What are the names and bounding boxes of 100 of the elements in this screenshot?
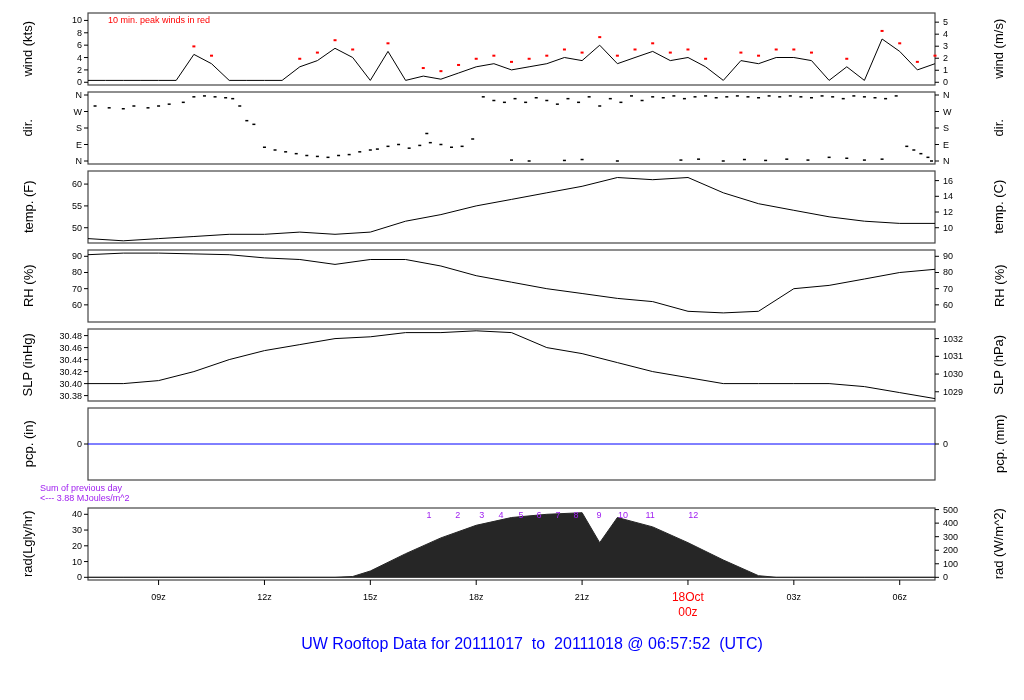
axis-tick-label: 2	[77, 64, 82, 75]
axis-tick-label: 2	[943, 53, 948, 64]
axis-label: temp. (F)	[19, 180, 37, 234]
data-point	[474, 57, 478, 60]
data-point	[210, 54, 213, 57]
axis-tick-label: 06z	[892, 592, 907, 602]
axis-tick-label: N	[75, 90, 82, 100]
axis-tick-label: 70	[943, 283, 953, 294]
axis-tick-label: 0	[943, 572, 948, 583]
axis-tick-label: S	[943, 123, 949, 133]
summary-note: <--- 3.88 MJoules/m^2	[40, 493, 130, 503]
axis-tick-label: 0	[77, 439, 82, 449]
data-point	[915, 60, 919, 63]
data-point	[562, 48, 566, 51]
axis-tick-label: 3	[943, 41, 948, 52]
data-point	[580, 51, 584, 54]
hour-marker: 8	[573, 510, 579, 520]
hour-marker: 11	[645, 510, 655, 520]
axis-tick-label: 0	[77, 572, 82, 583]
hour-marker: 6	[536, 510, 542, 520]
axis-tick-label: 30.38	[59, 390, 82, 401]
data-point	[668, 51, 672, 54]
axis-tick-label: 1031	[943, 351, 964, 362]
hour-marker: 5	[518, 510, 524, 520]
data-point	[192, 45, 196, 48]
data-point	[421, 67, 425, 70]
data-point	[898, 42, 902, 45]
data-point	[333, 39, 337, 42]
data-point	[845, 57, 849, 60]
axis-tick-label: 15z	[363, 592, 378, 602]
data-point	[739, 51, 743, 54]
axis-tick-label: 80	[943, 267, 953, 278]
axis-tick-label: S	[76, 123, 82, 133]
data-point	[792, 48, 796, 51]
axis-tick-label: 10	[72, 15, 82, 26]
axis-tick-label: 00z	[678, 605, 698, 619]
axis-tick-label: 5	[943, 17, 948, 28]
axis-label: pcp. (mm)	[990, 414, 1008, 474]
axis-label: temp. (C)	[990, 179, 1008, 235]
axis-label: rad (W/m^2)	[990, 508, 1008, 580]
axis-tick-label: 200	[943, 545, 959, 556]
axis-tick-label: 500	[943, 506, 959, 515]
axis-tick-label: 16	[943, 175, 953, 186]
axis-tick-label: 0	[943, 77, 948, 87]
axis-tick-label: E	[943, 139, 949, 150]
axis-tick-label: 21z	[574, 592, 590, 602]
axis-tick-label: 0	[943, 439, 948, 449]
axis-tick-label: W	[943, 106, 952, 117]
axis-tick-label: 1	[943, 65, 948, 76]
axis-tick-label: 10	[72, 556, 82, 567]
hour-marker: 1	[426, 510, 432, 520]
data-point	[545, 54, 549, 57]
data-point	[774, 48, 778, 51]
axis-tick-label: 30.42	[59, 366, 82, 377]
axis-tick-label: 30.44	[59, 354, 82, 365]
data-point	[633, 48, 637, 51]
data-point	[704, 57, 708, 60]
axis-label: rad(Lgly/hr)	[19, 510, 37, 578]
axis-tick-label: N	[75, 156, 82, 166]
axis-tick-label: 90	[943, 251, 953, 262]
axis-tick-label: 03z	[786, 592, 802, 602]
axis-tick-label: 14	[943, 191, 953, 202]
axis-tick-label: 90	[72, 251, 82, 262]
axis-tick-label: 70	[72, 283, 82, 294]
axis-tick-label: N	[943, 90, 950, 100]
axis-label: dir.	[19, 119, 37, 137]
axis-label: SLP (inHg)	[19, 333, 37, 397]
chart-note: 10 min. peak winds in red	[108, 15, 211, 25]
axis-tick-label: 1032	[943, 333, 964, 344]
axis-tick-label: W	[73, 106, 82, 117]
axis-tick-label: 4	[943, 29, 948, 40]
summary-note: Sum of previous day	[40, 483, 123, 493]
axis-label: RH (%)	[19, 264, 37, 308]
hour-marker: 12	[688, 510, 699, 520]
data-point	[457, 63, 461, 66]
axis-label: pcp. (in)	[19, 420, 37, 468]
axis-tick-label: 60	[72, 179, 82, 190]
axis-tick-label: 12z	[257, 592, 272, 602]
axis-label: dir.	[990, 119, 1008, 137]
hour-marker: 7	[555, 510, 561, 520]
axis-tick-label: 30.48	[59, 330, 82, 341]
data-point	[810, 51, 813, 54]
axis-tick-label: 100	[943, 558, 959, 569]
axis-label: wind (m/s)	[990, 19, 1008, 79]
axis-label: SLP (hPa)	[990, 335, 1008, 395]
chart-title: UW Rooftop Data for 20111017 to 20111018 @ 06:57:52 (UTC)	[301, 634, 763, 654]
axis-label: RH (%)	[990, 264, 1008, 308]
axis-tick-label: 18z	[468, 592, 484, 602]
axis-tick-label: 50	[72, 222, 82, 233]
axis-label: wind (kts)	[19, 21, 37, 77]
axis-tick-label: 30.40	[59, 378, 82, 389]
axis-tick-label: 18Oct	[671, 590, 704, 604]
hour-marker: 10	[618, 510, 629, 520]
hour-marker: 3	[479, 510, 485, 520]
data-point	[439, 70, 443, 73]
data-point	[615, 54, 619, 57]
axis-tick-label: 60	[72, 299, 82, 310]
axis-tick-label: 55	[72, 200, 82, 211]
data-point	[298, 57, 302, 60]
hour-marker: 4	[498, 510, 504, 520]
